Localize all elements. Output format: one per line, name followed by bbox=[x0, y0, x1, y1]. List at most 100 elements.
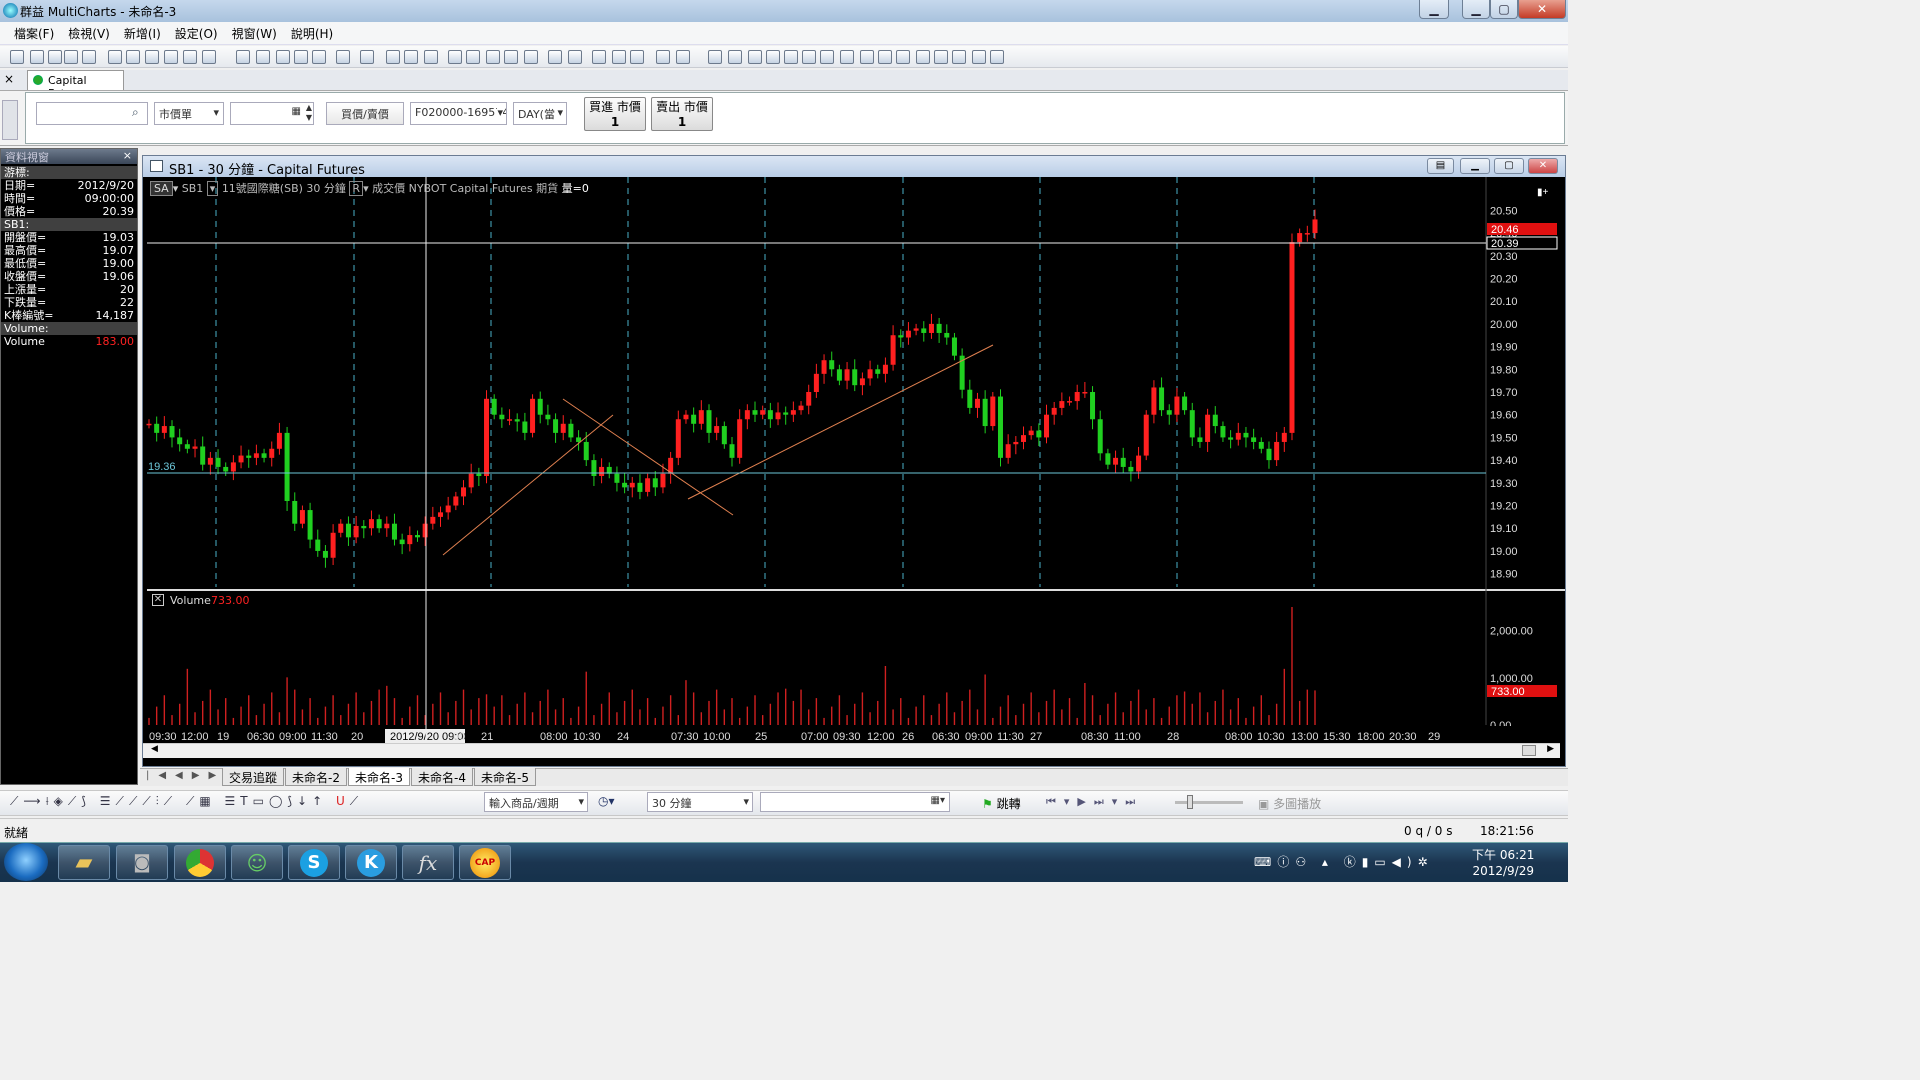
toolbar-tool-icon[interactable] bbox=[386, 50, 400, 64]
workspace-tab[interactable]: 未命名-4 bbox=[411, 768, 473, 786]
toolbar-tool-icon[interactable] bbox=[202, 50, 216, 64]
order-panel-grip[interactable] bbox=[2, 100, 18, 140]
toolbar-tool-icon[interactable] bbox=[276, 50, 290, 64]
toolbar-tool-icon[interactable] bbox=[748, 50, 762, 64]
toolbar-tool-icon[interactable] bbox=[612, 50, 626, 64]
chart-minimize-button[interactable]: ▁ bbox=[1460, 158, 1490, 174]
workspace-tab[interactable]: 未命名-5 bbox=[474, 768, 536, 786]
symbol-input-select[interactable]: 輸入商品/週期 ▾ bbox=[484, 792, 588, 812]
buy-market-button[interactable]: 買進 市價 1 bbox=[584, 97, 646, 131]
symbol-dropdown-icon[interactable]: ▾ bbox=[206, 181, 219, 196]
toolbar-tool-icon[interactable] bbox=[466, 50, 480, 64]
slider-thumb[interactable] bbox=[1187, 795, 1193, 809]
toolbar-tool-icon[interactable] bbox=[878, 50, 892, 64]
calculator-icon[interactable]: ▦ bbox=[292, 106, 301, 117]
chart-horizontal-scrollbar[interactable]: ◀ ▶ bbox=[143, 743, 1560, 758]
menu-1[interactable]: 檢視(V) bbox=[68, 25, 110, 42]
toolbar-tool-icon[interactable] bbox=[108, 50, 122, 64]
multicharts-taskbar-button[interactable]: fx bbox=[402, 845, 454, 880]
order-panel-close-icon[interactable]: × bbox=[4, 72, 14, 86]
toolbar-tool-icon[interactable] bbox=[64, 50, 78, 64]
toolbar-tool-icon[interactable] bbox=[934, 50, 948, 64]
toolbar-tool-icon[interactable] bbox=[424, 50, 438, 64]
close-button[interactable]: ✕ bbox=[1518, 0, 1566, 19]
toolbar-tool-icon[interactable] bbox=[784, 50, 798, 64]
toolbar-tool-icon[interactable] bbox=[236, 50, 250, 64]
scroll-right-icon[interactable]: ▶ bbox=[1547, 744, 1554, 754]
tray-clock[interactable]: 下午 06:21 2012/9/29 bbox=[1472, 847, 1534, 879]
chart-restore-button[interactable]: ▤ bbox=[1427, 158, 1454, 174]
jump-button[interactable]: ⚑ 跳轉 bbox=[982, 795, 1021, 812]
toolbar-tool-icon[interactable] bbox=[802, 50, 816, 64]
toolbar-tool-icon[interactable] bbox=[676, 50, 690, 64]
toolbar-tool-icon[interactable] bbox=[256, 50, 270, 64]
toolbar-tool-icon[interactable] bbox=[145, 50, 159, 64]
toolbar-tool-icon[interactable] bbox=[404, 50, 418, 64]
capital-taskbar-button[interactable]: CAP bbox=[459, 845, 511, 880]
workspace-tab[interactable]: 未命名-3 bbox=[348, 768, 410, 786]
toolbar-tool-icon[interactable] bbox=[294, 50, 308, 64]
playback-controls[interactable]: ⏮▾▶⏭▾⏭ bbox=[1046, 795, 1143, 809]
maximize-button[interactable]: ▢ bbox=[1490, 0, 1518, 19]
toolbar-tool-icon[interactable] bbox=[728, 50, 742, 64]
toolbar-tool-icon[interactable] bbox=[30, 50, 44, 64]
bid-ask-button[interactable]: 買價/賣價 bbox=[326, 102, 404, 125]
toolbar-tool-icon[interactable] bbox=[630, 50, 644, 64]
scroll-thumb[interactable] bbox=[1522, 745, 1536, 756]
toolbar-tool-icon[interactable] bbox=[312, 50, 326, 64]
toolbar-tool-icon[interactable] bbox=[183, 50, 197, 64]
toolbar-tool-icon[interactable] bbox=[360, 50, 374, 64]
toolbar-tool-icon[interactable] bbox=[708, 50, 722, 64]
workspace-tab[interactable]: 未命名-2 bbox=[285, 768, 347, 786]
drawing-tools[interactable]: ⟋⟶⟊◈⟋⟆ ☰⟋⟋⟋⫶⟋ ⟋▦ ☰T▭◯⟆↓↑ U⟋ bbox=[10, 794, 363, 809]
chart-maximize-button[interactable]: ▢ bbox=[1494, 158, 1524, 174]
clock-icon[interactable]: ◷▾ bbox=[598, 794, 615, 808]
quantity-input[interactable]: ▦ ▲ ▼ bbox=[230, 102, 314, 125]
scroll-left-icon[interactable]: ◀ bbox=[151, 744, 158, 754]
interval-select[interactable]: 30 分鐘 ▾ bbox=[647, 792, 753, 812]
toolbar-tool-icon[interactable] bbox=[820, 50, 834, 64]
messenger-taskbar-button[interactable]: ☺ bbox=[231, 845, 283, 880]
toolbar-tool-icon[interactable] bbox=[524, 50, 538, 64]
sell-market-button[interactable]: 賣出 市價 1 bbox=[651, 97, 713, 131]
toolbar-tool-icon[interactable] bbox=[896, 50, 910, 64]
toolbar-tool-icon[interactable] bbox=[164, 50, 178, 64]
minimize-app-button[interactable]: ▁ bbox=[1462, 0, 1490, 19]
skype-taskbar-button[interactable]: S bbox=[288, 845, 340, 880]
workspace-tab[interactable]: 交易追蹤 bbox=[222, 768, 285, 786]
toolbar-tool-icon[interactable] bbox=[548, 50, 562, 64]
toolbar-tool-icon[interactable] bbox=[126, 50, 140, 64]
system-tray-icons[interactable]: ⌨ⓘ⚇ ▴ ⓚ▮▭◀)✲ bbox=[1254, 853, 1434, 870]
calendar-icon[interactable]: ▦▾ bbox=[931, 795, 945, 806]
menu-4[interactable]: 視窗(W) bbox=[232, 25, 277, 42]
sa-button[interactable]: SA bbox=[150, 181, 173, 196]
time-in-force-select[interactable]: DAY(當 ▾ bbox=[513, 102, 567, 125]
toolbar-tool-icon[interactable] bbox=[916, 50, 930, 64]
quantity-stepper[interactable]: ▲ ▼ bbox=[306, 103, 312, 123]
date-input[interactable]: ▦▾ bbox=[760, 792, 950, 812]
playback-speed-slider[interactable] bbox=[1175, 795, 1243, 809]
volume-close-icon[interactable]: ✕ bbox=[152, 594, 164, 606]
menu-3[interactable]: 設定(O) bbox=[175, 25, 218, 42]
toolbar-tool-icon[interactable] bbox=[504, 50, 518, 64]
multi-chart-playback-button[interactable]: ▣ 多圖播放 bbox=[1258, 795, 1321, 812]
price-chart[interactable]: 20.5020.4020.3020.2020.1020.0019.9019.80… bbox=[143, 177, 1565, 745]
toolbar-tool-icon[interactable] bbox=[448, 50, 462, 64]
toolbar-tool-icon[interactable] bbox=[656, 50, 670, 64]
minimize-button[interactable]: ▁ bbox=[1419, 0, 1449, 19]
toolbar-tool-icon[interactable] bbox=[568, 50, 582, 64]
toolbar-tool-icon[interactable] bbox=[10, 50, 24, 64]
menu-0[interactable]: 檔案(F) bbox=[14, 25, 54, 42]
menu-5[interactable]: 說明(H) bbox=[291, 25, 333, 42]
explorer-taskbar-button[interactable]: ▰ bbox=[58, 845, 110, 880]
menu-2[interactable]: 新增(I) bbox=[124, 25, 161, 42]
r-button[interactable]: R bbox=[349, 181, 364, 196]
toolbar-tool-icon[interactable] bbox=[860, 50, 874, 64]
search-icon[interactable]: ⌕ bbox=[132, 105, 139, 120]
toolbar-tool-icon[interactable] bbox=[952, 50, 966, 64]
k-app-taskbar-button[interactable]: K bbox=[345, 845, 397, 880]
order-type-select[interactable]: 市價單 ▾ bbox=[154, 102, 224, 125]
chart-close-button[interactable]: ✕ bbox=[1528, 158, 1558, 174]
toolbar-tool-icon[interactable] bbox=[990, 50, 1004, 64]
toolbar-tool-icon[interactable] bbox=[82, 50, 96, 64]
